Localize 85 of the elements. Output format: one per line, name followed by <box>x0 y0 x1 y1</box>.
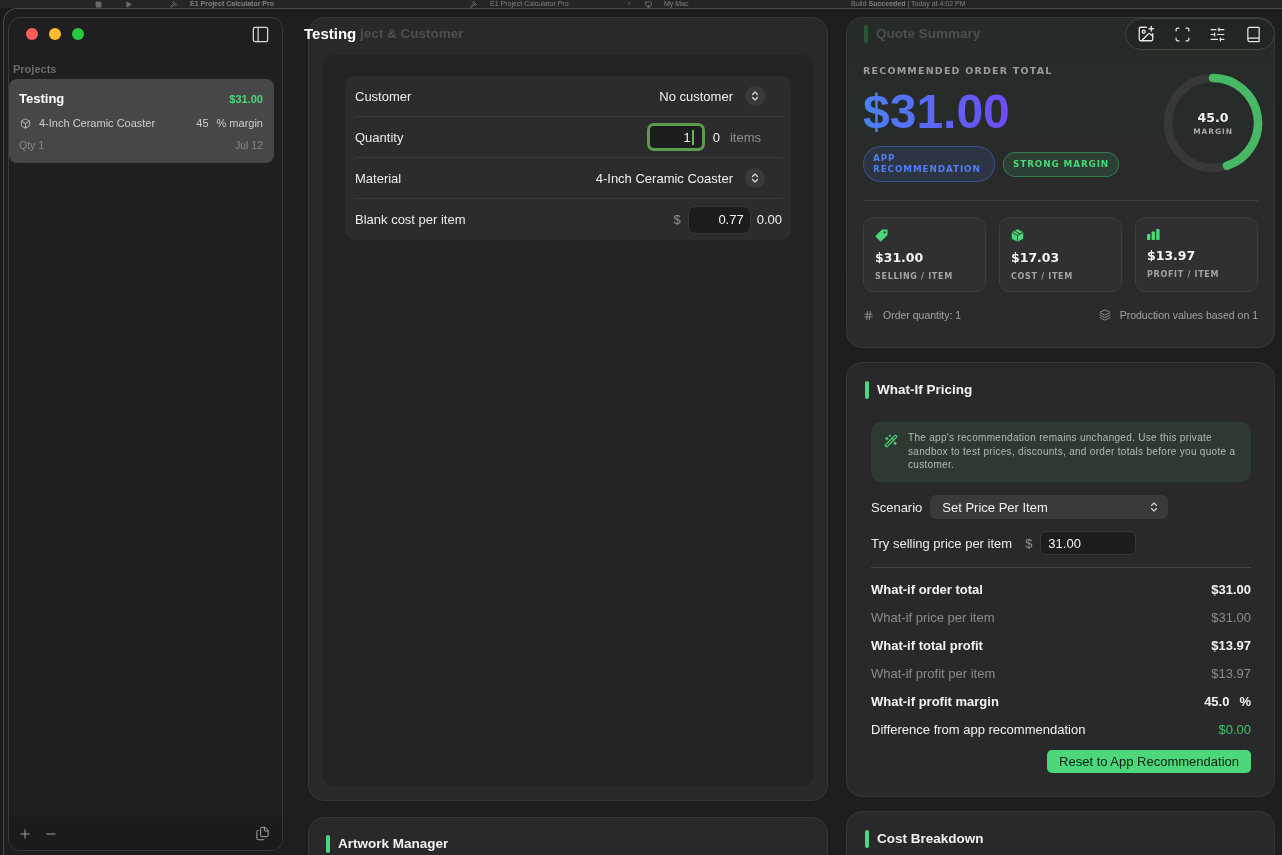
margin-value: 45 <box>196 117 209 129</box>
scenario-select[interactable]: Set Price Per Item <box>930 495 1169 519</box>
total-caption: RECOMMENDED ORDER TOTAL <box>863 65 1053 76</box>
project-name: Testing <box>19 91 65 107</box>
updown-chevron-icon <box>745 86 765 106</box>
field-label: Quantity <box>355 129 404 145</box>
result-label: Difference from app recommendation <box>871 721 1086 737</box>
field-label: Blank cost per item <box>355 212 466 227</box>
window-title: Testing <box>304 25 357 42</box>
book-icon[interactable] <box>1244 25 1262 43</box>
quantity-field[interactable]: 1 <box>646 123 705 151</box>
fullscreen-icon[interactable] <box>1173 25 1191 43</box>
result-label: What-if profit per item <box>871 665 996 681</box>
result-unit: % <box>1239 693 1251 709</box>
result-label: What-if price per item <box>871 609 995 625</box>
sidebar-toggle-icon[interactable] <box>251 24 270 44</box>
production-note: Production values based on 1 <box>1119 309 1258 321</box>
field-label: Material <box>355 170 402 186</box>
cube-icon <box>1011 229 1024 242</box>
project-total: $31.00 <box>229 93 263 105</box>
section-title: Artwork Manager <box>338 835 449 852</box>
margin-percent: 45.0 <box>1197 110 1229 125</box>
scenario-label: Scenario <box>871 499 923 515</box>
result-value: $13.97 <box>1211 637 1251 653</box>
stop-icon[interactable] <box>95 0 102 8</box>
stat-value: $31.00 <box>875 250 924 265</box>
layers-icon <box>1098 309 1111 321</box>
stat-value: $17.03 <box>1011 250 1060 265</box>
result-value: $31.00 <box>1211 609 1251 625</box>
bar-chart-icon <box>1147 229 1160 240</box>
sliders-icon[interactable] <box>1209 25 1227 43</box>
price-label: Try selling price per item <box>871 535 1013 551</box>
documents-icon[interactable] <box>255 826 270 841</box>
hash-icon <box>863 309 874 321</box>
currency-symbol: $ <box>673 212 681 227</box>
currency-symbol: $ <box>1025 535 1033 551</box>
zoom-button[interactable] <box>72 28 84 40</box>
cube-icon <box>20 117 31 129</box>
quantity-trailing: 0 <box>712 129 720 145</box>
stat-value: $13.97 <box>1147 248 1196 263</box>
result-value: 45.0 <box>1204 693 1230 709</box>
picker-button[interactable]: No customer <box>655 86 765 106</box>
accent-bar-icon <box>865 829 869 848</box>
hammer-icon <box>170 0 177 8</box>
accent-bar-icon <box>865 380 869 399</box>
section-title: Cost Breakdown <box>877 830 984 847</box>
project-date: Jul 12 <box>234 138 263 151</box>
project-card[interactable]: Testing $31.00 4-Inch Ceramic Coaster 45 % margin Qty 1 Jul 12 <box>9 79 274 163</box>
result-label: What-if total profit <box>871 637 983 653</box>
plus-icon[interactable] <box>18 826 32 841</box>
status-badge: APP RECOMMENDATION <box>863 146 995 182</box>
cost-field[interactable]: 0.77 <box>687 205 751 234</box>
result-value: $13.97 <box>1211 665 1251 681</box>
order-quantity: Order quantity: 1 <box>883 309 962 321</box>
stat-label: SELLING / ITEM <box>875 272 953 281</box>
updown-chevron-icon <box>745 168 765 188</box>
section-label: Projects <box>12 63 57 76</box>
cost-trailing: 0.00 <box>756 212 782 227</box>
minimize-button[interactable] <box>49 28 61 40</box>
accent-bar-icon <box>864 24 868 43</box>
close-button[interactable] <box>26 28 38 40</box>
result-value: $31.00 <box>1211 581 1251 597</box>
project-quantity: Qty 1 <box>19 138 45 151</box>
margin-suffix: % margin <box>216 117 263 129</box>
status-badge: STRONG MARGIN <box>1003 151 1120 177</box>
magic-wand-icon <box>884 434 898 448</box>
stat-label: COST / ITEM <box>1011 272 1073 281</box>
accent-bar-icon <box>326 834 330 853</box>
play-icon[interactable] <box>125 0 132 8</box>
price-field[interactable]: 31.00 <box>1040 531 1137 555</box>
tag-icon <box>875 229 888 242</box>
reset-button[interactable]: Reset to App Recommendation <box>1047 750 1251 773</box>
project-material: 4-Inch Ceramic Coaster <box>39 117 156 129</box>
monitor-icon <box>645 0 652 8</box>
unit-label: items <box>729 129 761 145</box>
result-label: What-if order total <box>871 581 983 597</box>
note-text: The app's recommendation remains unchanged. Use this private sandbox to test prices, discounts, and order totals before you quote a customer. <box>908 431 1237 472</box>
hammer-icon <box>470 0 477 8</box>
result-label: What-if profit margin <box>871 693 999 709</box>
stat-label: PROFIT / ITEM <box>1147 270 1220 279</box>
field-label: Customer <box>355 88 412 104</box>
section-title: What-If Pricing <box>877 381 973 398</box>
image-plus-icon[interactable] <box>1137 25 1155 43</box>
result-value: $0.00 <box>1218 721 1251 737</box>
picker-button[interactable]: 4-Inch Ceramic Coaster <box>591 168 765 188</box>
